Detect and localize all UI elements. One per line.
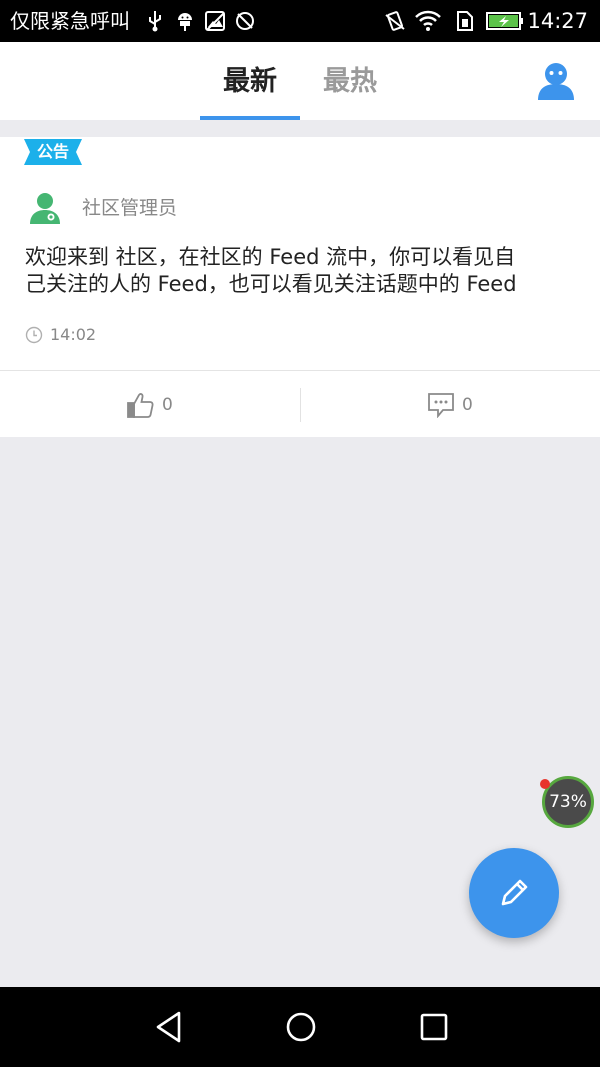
image-icon xyxy=(203,9,227,33)
admin-avatar[interactable] xyxy=(28,191,62,225)
vibrate-icon xyxy=(383,9,407,33)
active-tab-indicator xyxy=(200,116,300,120)
back-button[interactable] xyxy=(148,1007,188,1047)
sync-off-icon xyxy=(233,9,257,33)
compose-button[interactable] xyxy=(469,848,559,938)
notification-dot xyxy=(540,779,550,789)
recents-icon xyxy=(420,1013,448,1041)
tab-hot[interactable]: 最热 xyxy=(300,42,400,120)
thumbs-up-icon xyxy=(127,393,154,418)
notice-tag-label: 公告 xyxy=(36,142,69,161)
post-content-line: 己关注的人的 Feed，也可以看见关注话题中的 Feed xyxy=(25,272,517,296)
usb-icon xyxy=(146,9,164,33)
status-bar: 仅限紧急呼叫 14:27 xyxy=(0,0,600,42)
carrier-label: 仅限紧急呼叫 xyxy=(10,9,130,33)
home-icon xyxy=(286,1012,316,1042)
home-button[interactable] xyxy=(281,1007,321,1047)
navigation-bar xyxy=(0,987,600,1067)
status-time: 14:27 xyxy=(527,9,588,33)
comment-count: 0 xyxy=(462,395,473,415)
post-content[interactable]: 欢迎来到 社区，在社区的 Feed 流中，你可以看见自 己关注的人的 Feed，… xyxy=(25,244,580,298)
user-icon xyxy=(538,63,574,100)
like-count: 0 xyxy=(162,395,173,415)
top-tab-header: 最新 最热 xyxy=(0,42,600,120)
comment-icon xyxy=(428,393,454,418)
memory-widget[interactable]: 73% xyxy=(542,776,598,832)
user-profile-button[interactable] xyxy=(536,62,576,102)
action-separator xyxy=(300,388,301,422)
battery-charging-icon xyxy=(485,9,525,33)
clock-icon xyxy=(25,326,43,344)
pencil-icon xyxy=(501,879,528,906)
recents-button[interactable] xyxy=(414,1007,454,1047)
tab-latest[interactable]: 最新 xyxy=(200,42,300,120)
author-name[interactable]: 社区管理员 xyxy=(82,195,177,221)
sim-icon xyxy=(452,9,476,33)
admin-avatar-icon xyxy=(30,193,60,224)
post-content-line: 欢迎来到 社区，在社区的 Feed 流中，你可以看见自 xyxy=(25,245,516,269)
notice-tag: 公告 xyxy=(24,139,82,165)
android-debug-icon xyxy=(174,9,196,33)
post-time: 14:02 xyxy=(50,325,97,344)
back-icon xyxy=(156,1011,181,1043)
wifi-icon xyxy=(414,9,442,33)
